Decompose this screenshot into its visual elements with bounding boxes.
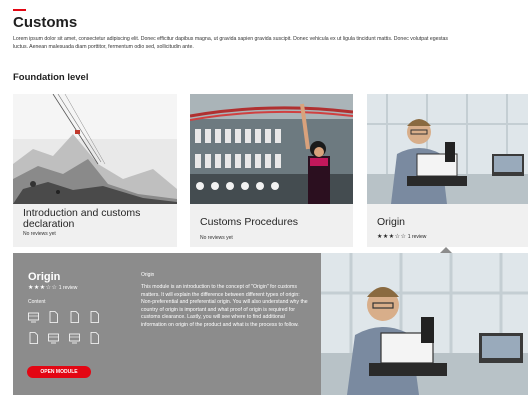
detail-title: Origin: [28, 271, 61, 283]
course-card-customs-procedures[interactable]: Customs Procedures No reviews yet: [190, 94, 353, 247]
page-title: Customs: [13, 14, 78, 31]
document-icon[interactable]: [48, 311, 59, 323]
document-icon[interactable]: [69, 311, 80, 323]
card-reviews: No reviews yet: [23, 231, 56, 237]
document-icon[interactable]: [89, 332, 100, 344]
star-rating-icon: ★★★☆☆: [28, 285, 58, 291]
card-title[interactable]: Introduction and customs declaration: [23, 208, 177, 230]
card-image-engineer: [367, 94, 528, 204]
card-title[interactable]: Origin: [377, 217, 405, 228]
card-title[interactable]: Customs Procedures: [200, 217, 298, 228]
detail-rating: ★★★☆☆ 1 review: [28, 284, 77, 291]
card-reviews: No reviews yet: [200, 235, 233, 241]
detail-description: This module is an introduction to the co…: [141, 284, 308, 328]
card-rating: ★★★☆☆ 1 review: [377, 233, 426, 240]
card-image-factory: [190, 94, 353, 204]
video-icon[interactable]: [69, 332, 80, 344]
page-intro: Lorem ipsum dolor sit amet, consectetur …: [13, 36, 449, 50]
card-reviews: 1 review: [407, 234, 427, 240]
module-detail-panel: Origin ★★★☆☆ 1 review Content OPEN MODUL…: [13, 253, 528, 395]
section-title: Foundation level: [13, 72, 89, 83]
content-label: Content: [28, 299, 46, 305]
video-icon[interactable]: [28, 311, 39, 323]
video-icon[interactable]: [48, 332, 60, 344]
star-rating-icon: ★★★☆☆: [377, 234, 407, 240]
course-card-introduction[interactable]: Introduction and customs declaration No …: [13, 94, 177, 247]
detail-reviews: 1 review: [58, 285, 78, 291]
document-icon[interactable]: [28, 332, 39, 344]
card-image-mountain: [13, 94, 177, 204]
course-card-origin[interactable]: Origin ★★★☆☆ 1 review: [367, 94, 528, 247]
detail-image-engineer: [321, 253, 528, 395]
open-module-button[interactable]: OPEN MODULE: [27, 366, 91, 378]
content-icon-grid: [28, 311, 118, 353]
accent-bar: [13, 9, 26, 11]
detail-subtitle: Origin: [141, 272, 155, 278]
document-icon[interactable]: [89, 311, 100, 323]
